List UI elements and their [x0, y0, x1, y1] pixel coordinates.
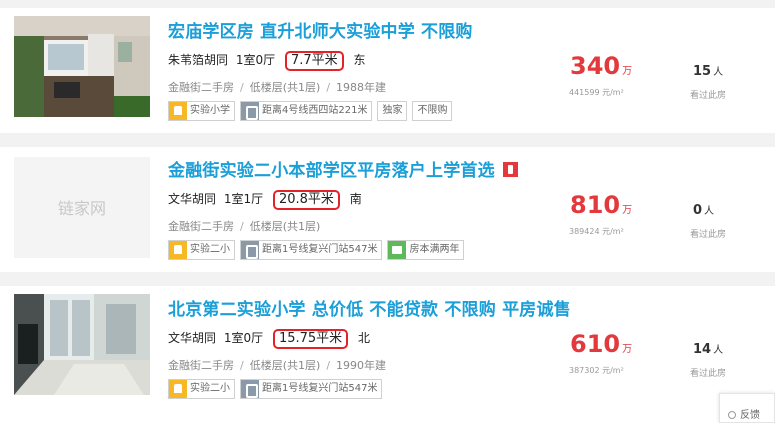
listing-info-row: 朱苇箔胡同 1室0厅 7.7平米 东 — [168, 51, 365, 71]
total-price: 340 万 — [570, 52, 633, 80]
district-link[interactable]: 金融街二手房 — [168, 359, 234, 372]
floor-info: 低楼层(共1层) — [249, 81, 321, 94]
listing-photo[interactable] — [14, 294, 150, 395]
orientation: 东 — [353, 53, 366, 67]
unit-price: 387302 元/m² — [569, 366, 624, 375]
listing-photo[interactable] — [14, 16, 150, 117]
tag-tax: 房本满两年 — [387, 240, 465, 260]
room-photo-image — [14, 16, 150, 117]
listing-meta-row: 金融街二手房 / 低楼层(共1层) — [168, 220, 321, 233]
tag-subway: 距离1号线复兴门站547米 — [240, 240, 383, 260]
location-name[interactable]: 文华胡同 — [168, 331, 216, 345]
area-highlight: 20.8平米 — [272, 190, 340, 210]
listing-photo[interactable]: 链家网 — [14, 157, 150, 258]
visit-label: 看过此房 — [690, 230, 727, 240]
school-icon — [169, 380, 187, 398]
visitor-count: 15 人 — [693, 64, 724, 79]
visitor-count: 0人 — [693, 203, 715, 218]
listing-card[interactable]: 宏庙学区房 直升北师大实验中学 不限购 朱苇箔胡同 1室0厅 7.7平米 东 金… — [0, 8, 775, 133]
unit-price: 441599 元/m² — [569, 88, 624, 97]
floor-info: 低楼层(共1层) — [249, 220, 321, 233]
listing-card[interactable]: 北京第二实验小学 总价低 不能贷款 不限购 平房诚售 文华胡同 1室0厅 15.… — [0, 286, 775, 423]
tax-icon — [388, 241, 407, 259]
tag-school: 实验二小 — [168, 240, 235, 260]
tag-school: 实验二小 — [168, 379, 235, 399]
floor-info: 低楼层(共1层) — [249, 359, 321, 372]
visit-label: 看过此房 — [690, 369, 727, 379]
listing-meta-row: 金融街二手房 / 低楼层(共1层)/1990年建 — [168, 359, 387, 372]
build-year: 1990年建 — [336, 359, 387, 372]
feedback-icon — [728, 411, 736, 419]
tag-subway: 距离4号线西四站221米 — [240, 101, 373, 121]
listing-title[interactable]: 金融街实验二小本部学区平房落户上学首选 — [168, 156, 518, 181]
school-icon — [169, 241, 187, 259]
tag-list: 实验二小 距离1号线复兴门站547米 房本满两年 — [168, 240, 469, 260]
listing-info-row: 文华胡同 1室0厅 15.75平米 北 — [168, 329, 370, 349]
placeholder-logo-text: 链家网 — [58, 199, 106, 218]
listing-title[interactable]: 宏庙学区房 直升北师大实验中学 不限购 — [168, 17, 473, 42]
total-price: 610 万 — [570, 330, 633, 358]
area-highlight: 15.75平米 — [272, 329, 349, 349]
room-layout: 1室1厅 — [223, 192, 264, 206]
visit-label: 看过此房 — [690, 91, 727, 101]
subway-icon — [241, 102, 259, 120]
room-photo-image — [14, 294, 150, 395]
total-price: 810 万 — [570, 191, 633, 219]
district-link[interactable]: 金融街二手房 — [168, 220, 234, 233]
room-layout: 1室0厅 — [223, 331, 264, 345]
location-name[interactable]: 文华胡同 — [168, 192, 216, 206]
orientation: 南 — [349, 192, 362, 206]
school-icon — [169, 102, 187, 120]
subway-icon — [241, 241, 259, 259]
tag-exclusive: 独家 — [377, 101, 408, 121]
area-highlight: 7.7平米 — [284, 51, 344, 71]
feedback-widget[interactable]: 反馈 — [719, 393, 775, 423]
tag-subway: 距离1号线复兴门站547米 — [240, 379, 383, 399]
orientation: 北 — [358, 331, 371, 345]
location-name[interactable]: 朱苇箔胡同 — [168, 53, 228, 67]
unit-price: 389424 元/m² — [569, 227, 624, 236]
build-year: 1988年建 — [336, 81, 387, 94]
tag-school: 实验小学 — [168, 101, 235, 121]
tag-no-limit: 不限购 — [412, 101, 453, 121]
district-link[interactable]: 金融街二手房 — [168, 81, 234, 94]
hot-badge-icon — [502, 162, 518, 177]
room-layout: 1室0厅 — [235, 53, 276, 67]
subway-icon — [241, 380, 259, 398]
listing-title[interactable]: 北京第二实验小学 总价低 不能贷款 不限购 平房诚售 — [168, 295, 571, 320]
listing-meta-row: 金融街二手房 / 低楼层(共1层)/1988年建 — [168, 81, 387, 94]
listing-card[interactable]: 链家网 金融街实验二小本部学区平房落户上学首选 文华胡同 1室1厅 20.8平米… — [0, 147, 775, 272]
listing-info-row: 文华胡同 1室1厅 20.8平米 南 — [168, 190, 362, 210]
tag-list: 实验二小 距离1号线复兴门站547米 — [168, 379, 387, 399]
placeholder-image: 链家网 — [14, 157, 150, 258]
visitor-count: 14 人 — [693, 342, 724, 357]
tag-list: 实验小学 距离4号线西四站221米 独家 不限购 — [168, 101, 457, 121]
